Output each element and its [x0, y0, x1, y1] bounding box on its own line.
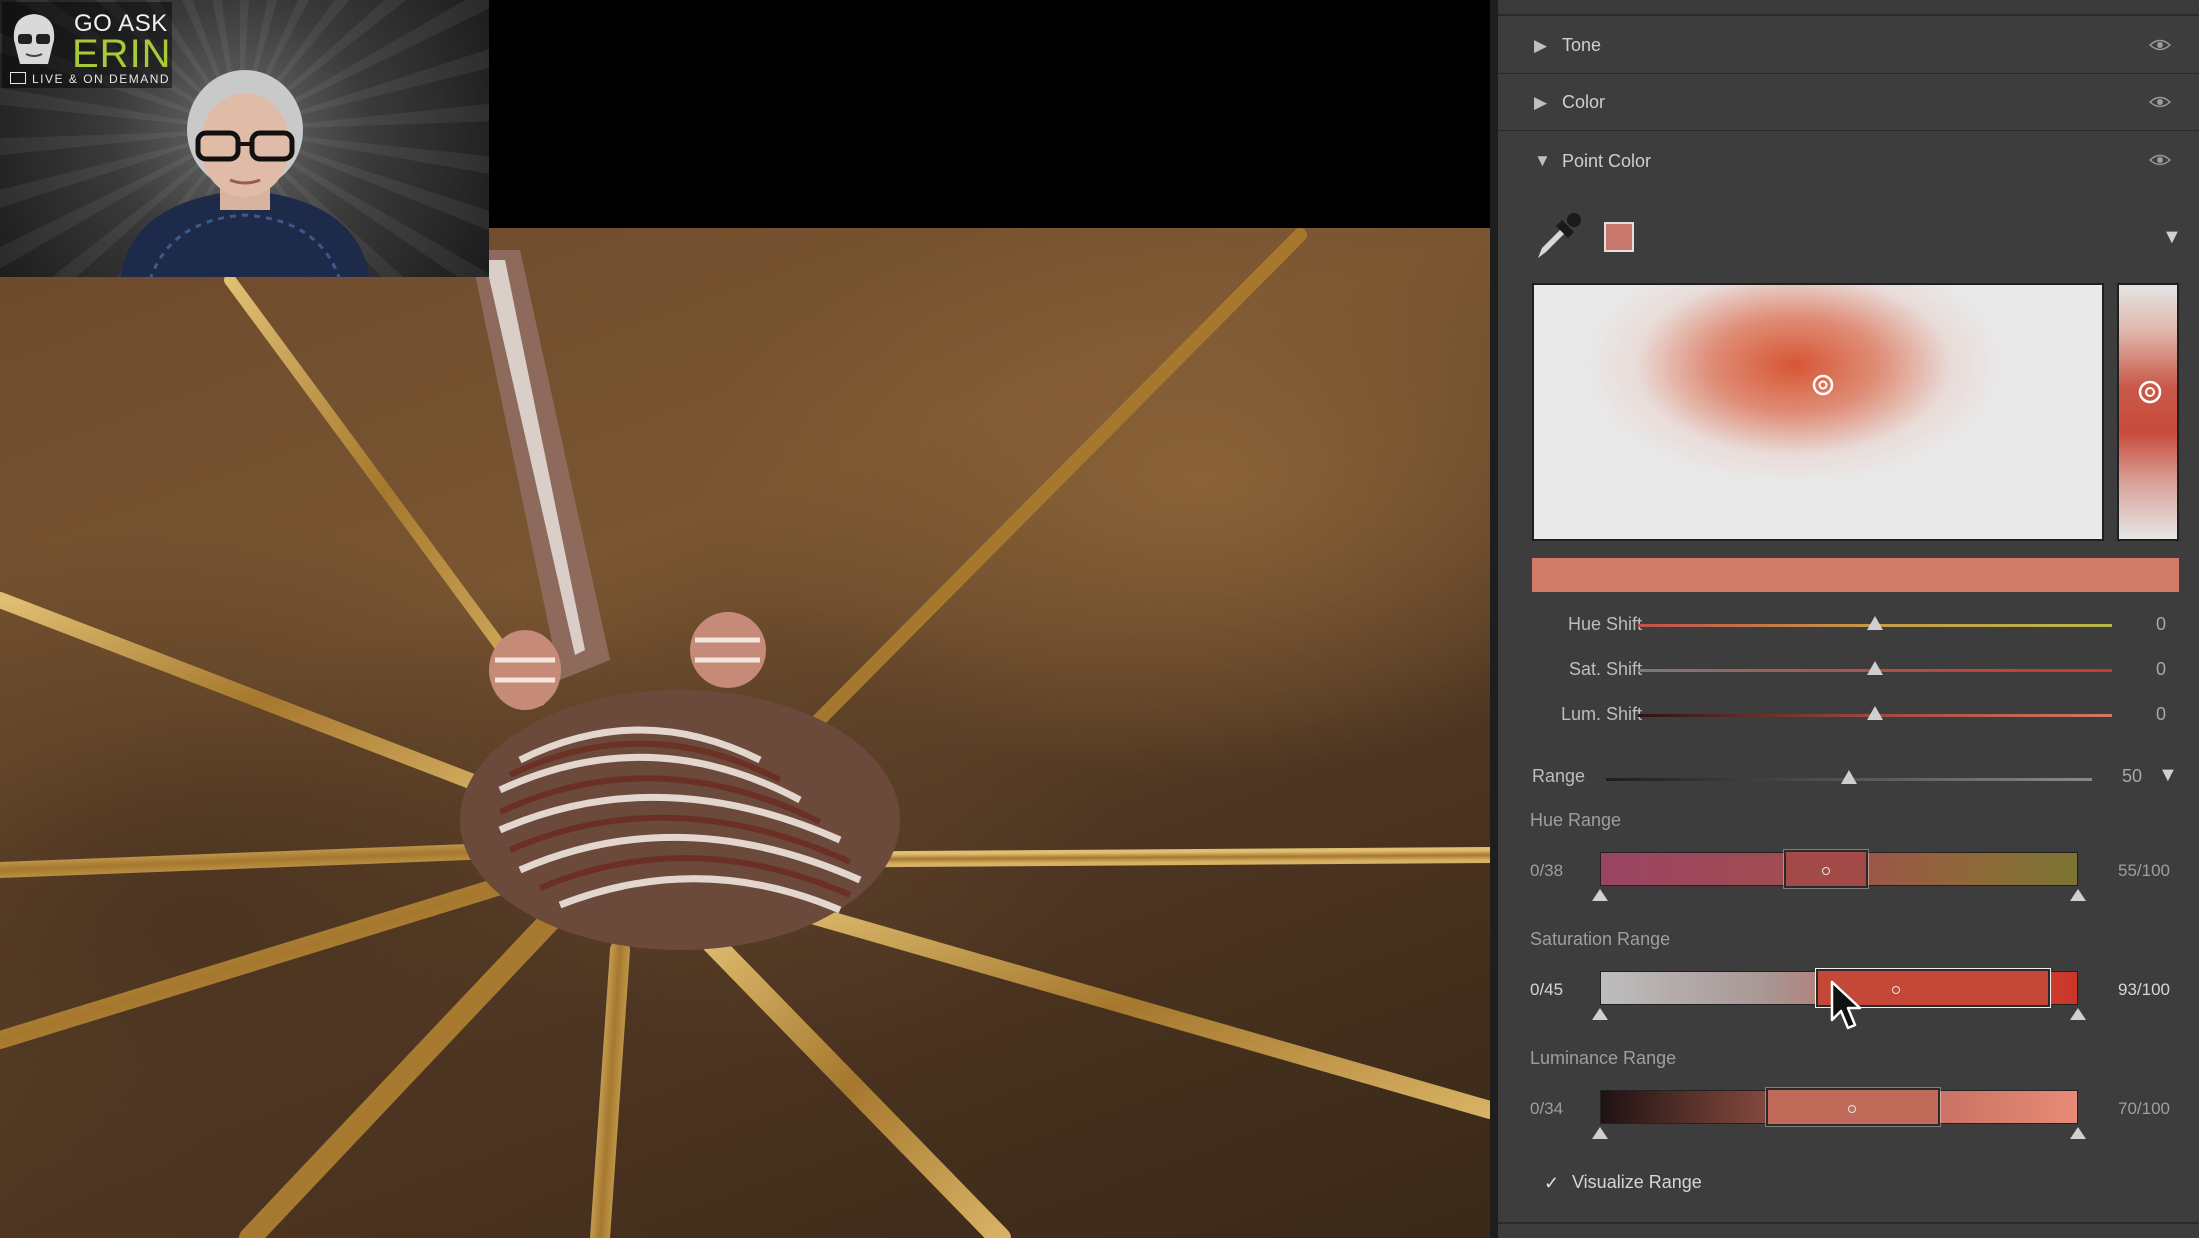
luminance-range-high-value: 70/100 [2118, 1099, 2170, 1118]
panel-top-divider [1498, 0, 2199, 16]
hue-range-right-handle[interactable] [2070, 889, 2086, 901]
slider-thumb[interactable] [1867, 661, 1883, 675]
visualize-range-checkbox[interactable]: ✓ Visualize Range [1544, 1172, 1702, 1193]
webcam-overlay: GO ASK ERIN LIVE & ON DEMAND [0, 0, 489, 277]
slider-thumb[interactable] [1867, 616, 1883, 630]
tv-icon [10, 72, 26, 84]
slider-thumb[interactable] [1867, 706, 1883, 720]
logo-tagline-text: LIVE & ON DEMAND [32, 72, 171, 86]
range-label: Range [1532, 766, 1586, 786]
slider-label: Sat. Shift [1568, 659, 1642, 679]
hue-range-low-value: 0/38 [1530, 861, 1564, 880]
go-ask-erin-logo: GO ASK ERIN LIVE & ON DEMAND [2, 2, 172, 88]
sampled-color-bar [1532, 558, 2179, 592]
eye-icon[interactable] [2149, 95, 2171, 109]
logo-text-line2: ERIN [72, 32, 172, 76]
range-dropdown-icon[interactable]: ▼ [2158, 764, 2178, 787]
hue-range-center-handle[interactable] [1822, 867, 1830, 875]
hue-saturation-picker[interactable] [1532, 283, 2104, 541]
hue-shift-slider[interactable]: Hue Shift 0 [1498, 610, 2199, 640]
checkmark-icon[interactable]: ✓ [1544, 1174, 1562, 1192]
range-value: 50 [2121, 766, 2142, 786]
saturation-range-high-value: 93/100 [2118, 980, 2170, 999]
range-slider[interactable]: Range 50 ▼ [1498, 762, 2199, 794]
logo-face-icon [13, 14, 55, 64]
sat-shift-slider[interactable]: Sat. Shift 0 [1498, 655, 2199, 685]
luminance-range-control[interactable]: Luminance Range 0/34 70/100 [1498, 1048, 2199, 1148]
hue-range-high-value: 55/100 [2118, 861, 2170, 880]
section-label: Color [1562, 92, 1606, 112]
mouse-pointer-icon [1830, 980, 1862, 1030]
eye-icon[interactable] [2149, 153, 2171, 167]
collapse-arrow-icon: ▼ [1534, 151, 1551, 170]
saturation-range-left-handle[interactable] [1592, 1008, 1608, 1020]
saturation-range-title: Saturation Range [1530, 929, 1671, 949]
slider-label: Lum. Shift [1560, 704, 1642, 724]
logo-tagline: LIVE & ON DEMAND [10, 72, 170, 86]
slider-label: Hue Shift [1567, 614, 1642, 634]
hue-range-window[interactable] [1783, 849, 1869, 889]
eye-icon[interactable] [2149, 38, 2171, 52]
luminance-range-right-handle[interactable] [2070, 1127, 2086, 1139]
visualize-range-label: Visualize Range [1572, 1172, 1702, 1192]
edit-panel: ▶ Tone ▶ Color ▼ Point Color ▼ Hue Shift [1490, 0, 2199, 1238]
lum-shift-slider[interactable]: Lum. Shift 0 [1498, 700, 2199, 730]
swatch-dropdown-icon[interactable]: ▼ [2162, 226, 2182, 249]
picker-target-handle[interactable] [1812, 374, 1834, 396]
saturation-range-right-handle[interactable] [2070, 1008, 2086, 1020]
luminance-range-title: Luminance Range [1530, 1048, 1677, 1068]
panel-bottom-divider [1498, 1222, 2199, 1224]
luminance-range-window[interactable] [1765, 1087, 1941, 1127]
section-label: Tone [1562, 35, 1602, 55]
section-tone[interactable]: ▶ Tone [1498, 18, 2199, 74]
section-color[interactable]: ▶ Color [1498, 75, 2199, 131]
saturation-range-low-value: 0/45 [1530, 980, 1564, 999]
selected-color-swatch[interactable] [1604, 222, 1634, 252]
slider-value: 0 [2155, 659, 2166, 679]
luminance-target-handle[interactable] [2138, 380, 2162, 404]
slider-value: 0 [2155, 614, 2166, 634]
luminance-range-center-handle[interactable] [1848, 1105, 1856, 1113]
section-point-color[interactable]: ▼ Point Color [1498, 133, 2199, 189]
section-label: Point Color [1562, 150, 1652, 171]
range-thumb[interactable] [1841, 770, 1857, 784]
hue-range-control[interactable]: Hue Range 0/38 55/100 [1498, 810, 2199, 910]
luminance-strip[interactable] [2117, 283, 2179, 541]
slider-value: 0 [2155, 704, 2166, 724]
expand-arrow-icon: ▶ [1534, 92, 1548, 112]
luminance-range-low-value: 0/34 [1530, 1099, 1564, 1118]
hue-range-title: Hue Range [1530, 810, 1622, 830]
saturation-range-center-handle[interactable] [1892, 986, 1900, 994]
hue-range-left-handle[interactable] [1592, 889, 1608, 901]
eyedropper-icon[interactable] [1532, 210, 1584, 262]
luminance-range-left-handle[interactable] [1592, 1127, 1608, 1139]
expand-arrow-icon: ▶ [1534, 35, 1548, 55]
